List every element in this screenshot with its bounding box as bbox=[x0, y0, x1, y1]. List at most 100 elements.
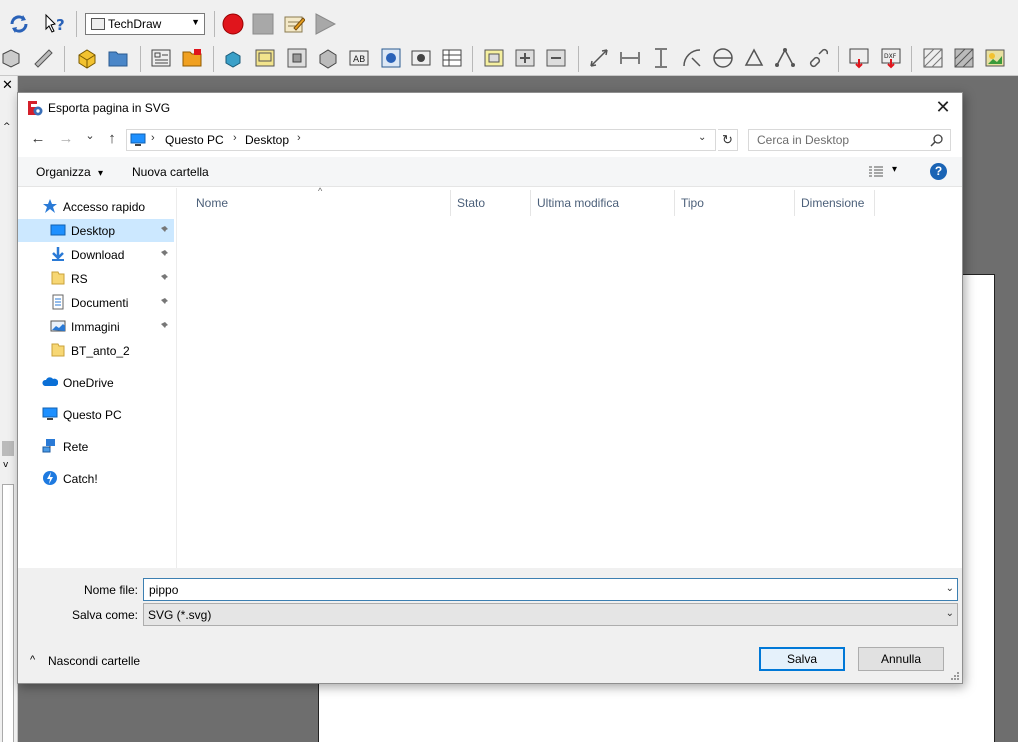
ruler-icon[interactable] bbox=[32, 47, 54, 69]
stop-macro-icon[interactable] bbox=[252, 13, 274, 35]
spreadsheet-view-icon[interactable] bbox=[441, 47, 463, 69]
column-header-status[interactable]: Stato bbox=[457, 196, 485, 214]
insert-view-icon[interactable] bbox=[222, 47, 244, 69]
back-button[interactable]: ← bbox=[28, 129, 48, 149]
filename-input[interactable] bbox=[145, 580, 935, 599]
radius-dimension-icon[interactable] bbox=[681, 47, 703, 69]
clip-group-icon[interactable] bbox=[483, 47, 505, 69]
export-dxf-icon[interactable]: DXF bbox=[880, 47, 902, 69]
scroll-up-arrow-icon[interactable]: ^ bbox=[3, 122, 11, 132]
filename-history-dropdown[interactable]: ⌄ bbox=[946, 583, 954, 594]
sidebar-item[interactable]: Rete bbox=[18, 435, 174, 458]
projection-group-icon[interactable] bbox=[286, 47, 308, 69]
scroll-down-arrow-icon[interactable]: v bbox=[3, 460, 8, 470]
organize-button[interactable]: Organizza ▾ bbox=[36, 165, 103, 179]
breadcrumb-item[interactable]: Questo PC bbox=[165, 133, 224, 147]
column-divider[interactable] bbox=[674, 190, 675, 216]
sidebar-item[interactable]: Download bbox=[18, 243, 174, 266]
section-view-icon[interactable] bbox=[317, 47, 339, 69]
sidebar-item[interactable]: Questo PC bbox=[18, 403, 174, 426]
column-divider[interactable] bbox=[450, 190, 451, 216]
symbol-icon[interactable] bbox=[380, 47, 402, 69]
address-dropdown-button[interactable]: ⌄ bbox=[698, 132, 706, 143]
filetype-select[interactable]: SVG (*.svg) ⌄ bbox=[143, 603, 958, 626]
chevron-up-icon: ^ bbox=[30, 654, 36, 666]
image-icon[interactable] bbox=[984, 47, 1006, 69]
scrollbar-thumb[interactable] bbox=[2, 441, 14, 456]
up-button[interactable]: ↑ bbox=[102, 129, 122, 149]
close-button[interactable]: ✕ bbox=[926, 93, 960, 121]
page-template-icon[interactable] bbox=[181, 47, 203, 69]
diameter-dimension-icon[interactable] bbox=[712, 47, 734, 69]
address-bar[interactable]: › Questo PC › Desktop › bbox=[126, 129, 716, 151]
search-icon[interactable] bbox=[930, 133, 944, 147]
resize-grip-icon[interactable] bbox=[950, 671, 960, 681]
sidebar-item[interactable]: Desktop bbox=[18, 219, 174, 242]
sidebar-item[interactable]: BT_anto_2 bbox=[18, 339, 174, 362]
recent-locations-button[interactable]: ⌄ bbox=[80, 126, 100, 146]
active-view-icon[interactable] bbox=[254, 47, 276, 69]
forward-button[interactable]: → bbox=[56, 129, 76, 149]
dialog-titlebar[interactable]: Esporta pagina in SVG ✕ bbox=[18, 93, 962, 123]
pin-icon[interactable] bbox=[159, 297, 169, 307]
sidebar-item[interactable]: RS bbox=[18, 267, 174, 290]
sidebar-item[interactable]: Documenti bbox=[18, 291, 174, 314]
refresh-button[interactable]: ↻ bbox=[718, 129, 738, 151]
play-macro-icon[interactable] bbox=[314, 13, 336, 35]
draft-view-icon[interactable] bbox=[410, 47, 432, 69]
column-header-modified[interactable]: Ultima modifica bbox=[537, 196, 619, 214]
whats-this-icon[interactable]: ? bbox=[44, 13, 66, 35]
part-workbench-icon[interactable] bbox=[76, 47, 98, 69]
three-point-angle-icon[interactable] bbox=[774, 47, 796, 69]
help-icon[interactable]: ? bbox=[930, 163, 947, 180]
refresh-icon[interactable] bbox=[8, 13, 30, 35]
horizontal-dimension-icon[interactable] bbox=[619, 47, 641, 69]
file-list[interactable]: ^ Nome Stato Ultima modifica Tipo Dimens… bbox=[178, 186, 962, 568]
sidebar-item[interactable]: Immagini bbox=[18, 315, 174, 338]
hatch-face-icon[interactable] bbox=[922, 47, 944, 69]
sidebar-item[interactable]: OneDrive bbox=[18, 371, 174, 394]
sidebar-item[interactable]: Catch! bbox=[18, 467, 174, 490]
search-input[interactable] bbox=[750, 131, 925, 149]
pin-icon[interactable] bbox=[159, 321, 169, 331]
new-folder-button[interactable]: Nuova cartella bbox=[132, 165, 209, 179]
property-panel bbox=[2, 484, 14, 742]
breadcrumb-chevron[interactable]: › bbox=[233, 132, 237, 144]
sort-ascending-icon: ^ bbox=[318, 186, 323, 196]
pin-icon[interactable] bbox=[159, 249, 169, 259]
column-header-type[interactable]: Tipo bbox=[681, 196, 704, 214]
column-header-size[interactable]: Dimensione bbox=[801, 196, 864, 214]
column-header-name[interactable]: Nome bbox=[196, 196, 228, 214]
column-divider[interactable] bbox=[530, 190, 531, 216]
pin-icon[interactable] bbox=[159, 273, 169, 283]
save-dialog: Esporta pagina in SVG ✕ ← → ⌄ ↑ › Questo… bbox=[17, 92, 963, 684]
sidebar-item[interactable]: Accesso rapido bbox=[18, 195, 174, 218]
pin-icon[interactable] bbox=[159, 225, 169, 235]
new-page-icon[interactable] bbox=[150, 47, 172, 69]
close-icon[interactable]: ✕ bbox=[2, 78, 13, 93]
length-dimension-icon[interactable] bbox=[588, 47, 610, 69]
angle-dimension-icon[interactable] bbox=[743, 47, 765, 69]
view-part-icon[interactable] bbox=[0, 47, 22, 69]
clip-remove-icon[interactable] bbox=[545, 47, 567, 69]
breadcrumb-chevron[interactable]: › bbox=[151, 132, 155, 144]
change-view-button[interactable]: ▾ bbox=[868, 163, 904, 181]
record-macro-icon[interactable] bbox=[222, 13, 244, 35]
breadcrumb-chevron[interactable]: › bbox=[297, 132, 301, 144]
open-folder-icon[interactable] bbox=[107, 47, 129, 69]
computer-icon bbox=[130, 133, 146, 146]
clip-add-icon[interactable] bbox=[514, 47, 536, 69]
annotation-icon[interactable]: AB bbox=[348, 47, 370, 69]
vertical-dimension-icon[interactable] bbox=[650, 47, 672, 69]
column-divider[interactable] bbox=[874, 190, 875, 216]
export-svg-icon[interactable] bbox=[848, 47, 870, 69]
breadcrumb-item[interactable]: Desktop bbox=[245, 133, 289, 147]
edit-macro-icon[interactable] bbox=[283, 13, 305, 35]
hide-folders-label: Nascondi cartelle bbox=[48, 654, 141, 668]
save-button[interactable]: Salva bbox=[759, 647, 845, 671]
cancel-button[interactable]: Annulla bbox=[858, 647, 944, 671]
geometric-hatch-icon[interactable] bbox=[953, 47, 975, 69]
link-dimension-icon[interactable] bbox=[806, 47, 828, 69]
workbench-selector[interactable]: TechDraw ▼ bbox=[85, 13, 205, 35]
column-divider[interactable] bbox=[794, 190, 795, 216]
